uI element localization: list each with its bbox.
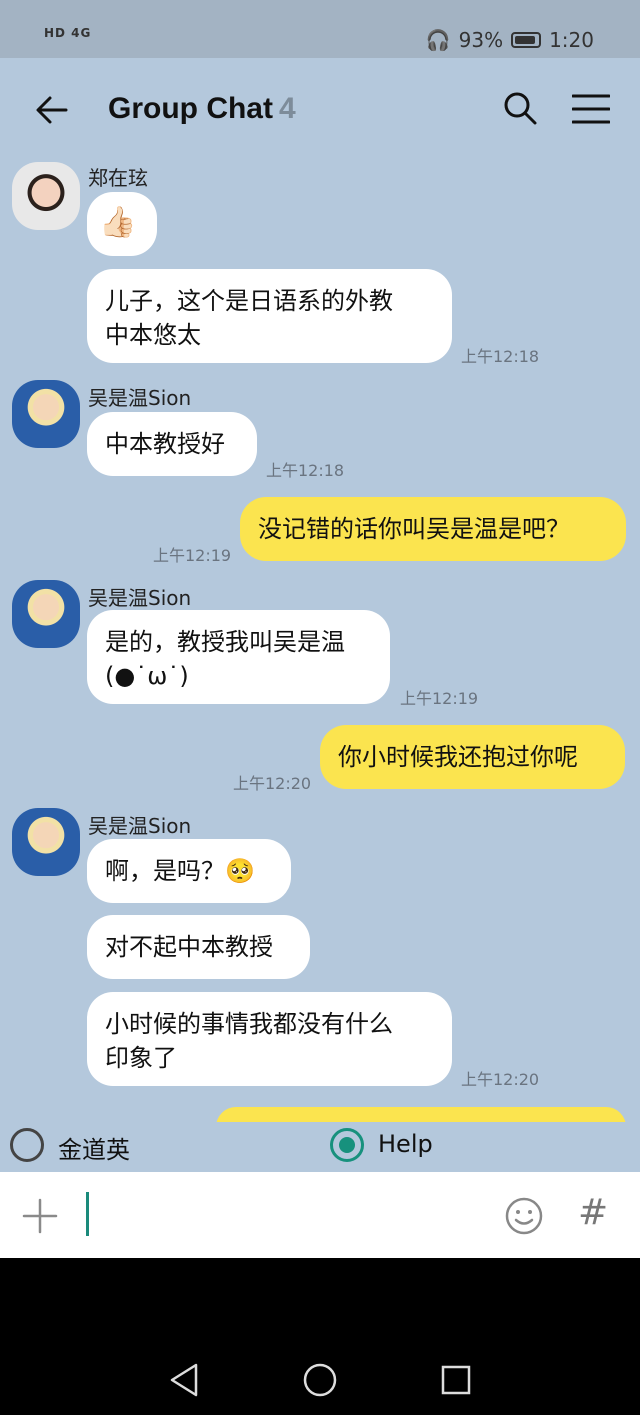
chat-header: Group Chat 4 (0, 58, 640, 162)
avatar[interactable] (12, 380, 80, 448)
message-bubble[interactable]: 中本教授好 (87, 412, 257, 476)
message-list[interactable]: 郑在玹 👍🏻 儿子，这个是日语系的外教 中本悠太 上午12:18 吴是温Sion… (0, 162, 640, 1122)
battery-percent: 93% (458, 28, 504, 52)
message-input-bar: # (0, 1172, 640, 1258)
message-time: 上午12:18 (461, 347, 540, 366)
hash-icon[interactable]: # (578, 1192, 608, 1233)
message-time: 上午12:20 (461, 1070, 540, 1089)
message-time: 上午12:19 (400, 689, 479, 708)
avatar[interactable] (12, 580, 80, 648)
nav-home-icon[interactable] (302, 1362, 338, 1398)
sender-name: 郑在玹 (88, 166, 148, 190)
plus-icon[interactable] (22, 1198, 58, 1234)
option-1-label[interactable]: 金道英 (58, 1130, 130, 1165)
message-input[interactable] (84, 1192, 484, 1236)
choice-options: 金道英 Help (0, 1122, 640, 1172)
radio-option-1[interactable] (10, 1128, 44, 1162)
message-bubble[interactable]: 小时候的事情我都没有什么 印象了 (87, 992, 452, 1086)
nav-back-icon[interactable] (168, 1362, 200, 1398)
nav-recent-apps-icon[interactable] (440, 1364, 472, 1396)
smiley-icon[interactable] (504, 1196, 544, 1236)
sender-name: 吴是温Sion (88, 586, 192, 610)
message-bubble[interactable]: 👍🏻 (87, 192, 157, 256)
chat-title: Group Chat (108, 92, 273, 125)
status-bar: HD 4G 🎧 93% 1:20 (0, 0, 640, 58)
system-nav-bar (0, 1258, 640, 1415)
message-time: 上午12:19 (153, 546, 232, 565)
message-time: 上午12:20 (233, 774, 312, 793)
member-count: 4 (279, 92, 296, 125)
message-bubble[interactable]: 儿子，这个是日语系的外教 中本悠太 (87, 269, 452, 363)
sender-name: 吴是温Sion (88, 814, 192, 838)
message-bubble[interactable]: 没记错的话你叫吴是温是吧？ (240, 497, 626, 561)
message-bubble[interactable]: 对不起中本教授 (87, 915, 310, 979)
avatar[interactable] (12, 808, 80, 876)
option-2-label[interactable]: Help (378, 1130, 433, 1158)
battery-icon (511, 32, 542, 48)
network-indicator: HD 4G (44, 26, 92, 40)
message-time: 上午12:18 (266, 461, 345, 480)
search-icon[interactable] (502, 90, 538, 126)
clock: 1:20 (549, 28, 594, 52)
status-right: 🎧 93% 1:20 (426, 28, 594, 52)
hamburger-menu-icon[interactable] (572, 94, 610, 124)
text-cursor (86, 1192, 89, 1236)
page-title: Group Chat 4 (108, 92, 296, 126)
arrow-left-icon[interactable] (34, 92, 70, 128)
message-bubble-partial[interactable] (216, 1107, 626, 1122)
radio-option-2[interactable] (330, 1128, 364, 1162)
headphone-icon: 🎧 (425, 28, 451, 52)
message-bubble[interactable]: 你小时候我还抱过你呢 (320, 725, 625, 789)
message-bubble[interactable]: 是的，教授我叫吴是温 (●˙ω˙) (87, 610, 390, 704)
message-bubble[interactable]: 啊，是吗？🥺 (87, 839, 291, 903)
sender-name: 吴是温Sion (88, 386, 192, 410)
avatar[interactable] (12, 162, 80, 230)
